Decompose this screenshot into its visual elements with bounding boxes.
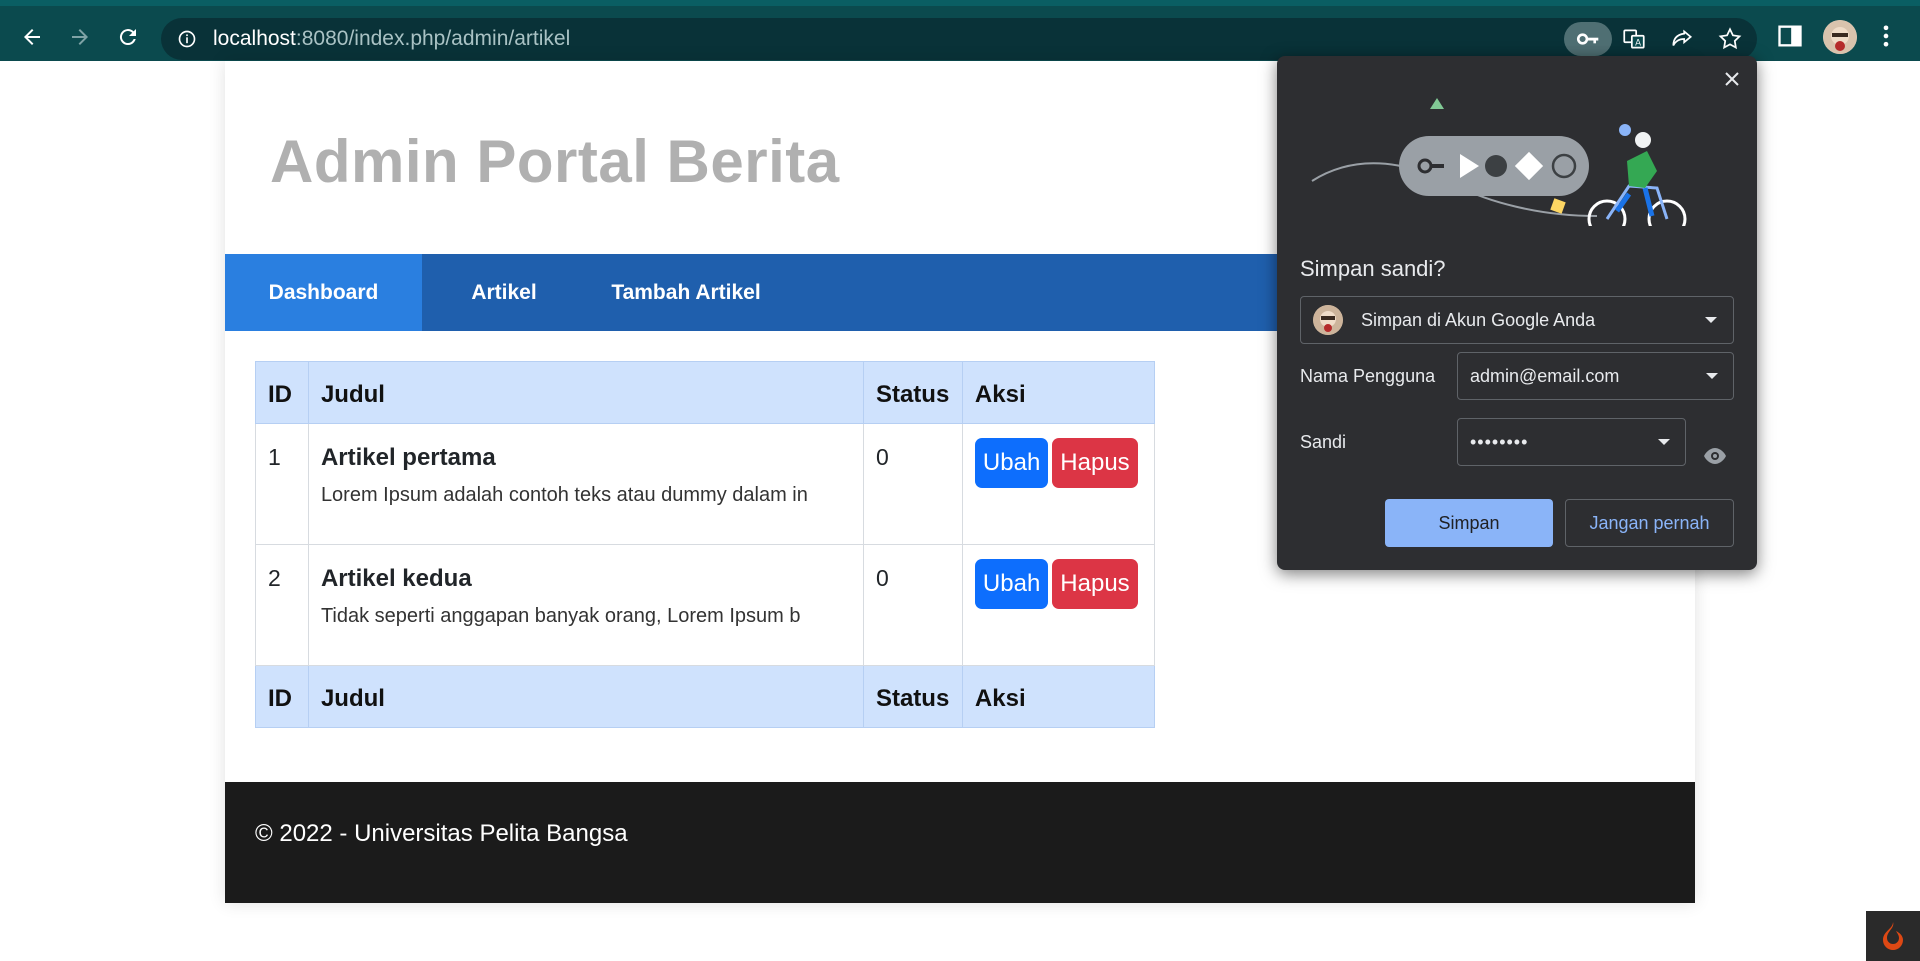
- eye-icon[interactable]: [1703, 444, 1727, 468]
- never-button[interactable]: Jangan pernah: [1565, 499, 1734, 547]
- nav-dashboard[interactable]: Dashboard: [225, 254, 422, 331]
- svg-text:A: A: [1635, 39, 1641, 49]
- table-row: 2 Artikel kedua Tidak seperti anggapan b…: [255, 544, 1156, 666]
- site-footer: © 2022 - Universitas Pelita Bangsa: [225, 782, 1695, 903]
- footer-status: Status: [862, 665, 963, 728]
- account-avatar: [1313, 305, 1343, 335]
- key-icon: [1576, 33, 1599, 45]
- arrow-left-icon: [24, 29, 40, 45]
- article-excerpt: Tidak seperti anggapan banyak orang, Lor…: [320, 605, 801, 627]
- forward-button[interactable]: [62, 19, 98, 55]
- delete-button[interactable]: Hapus: [1052, 438, 1138, 488]
- password-illustration: [1311, 98, 1687, 226]
- translate-icon[interactable]: A: [1621, 26, 1647, 52]
- row-id: 2: [255, 544, 309, 666]
- dialog-title: Simpan sandi?: [1300, 256, 1446, 281]
- row-judul: Artikel pertama Lorem Ipsum adalah conto…: [307, 423, 864, 545]
- password-value: ••••••••: [1470, 432, 1529, 452]
- nav-tambah-artikel[interactable]: Tambah Artikel: [586, 254, 786, 331]
- footer-copyright: © 2022 - Universitas Pelita Bangsa: [255, 820, 628, 847]
- article-title: Artikel kedua: [320, 565, 472, 592]
- header-aksi: Aksi: [961, 361, 1156, 424]
- header-status: Status: [862, 361, 963, 424]
- star-icon[interactable]: [1717, 26, 1743, 52]
- reload-button[interactable]: [110, 19, 146, 55]
- footer-judul: Judul: [307, 665, 864, 728]
- edit-button[interactable]: Ubah: [974, 559, 1049, 609]
- browser-toolbar: localhost:8080/index.php/admin/artikel A: [0, 0, 1920, 61]
- address-bar[interactable]: localhost:8080/index.php/admin/artikel A: [161, 18, 1757, 60]
- profile-avatar[interactable]: [1823, 20, 1857, 54]
- chevron-down-icon: [1706, 373, 1718, 379]
- chevron-down-icon: [1658, 439, 1670, 445]
- side-panel-icon[interactable]: [1776, 22, 1804, 50]
- row-judul: Artikel kedua Tidak seperti anggapan ban…: [307, 544, 864, 666]
- row-id: 1: [255, 423, 309, 545]
- header-id: ID: [255, 361, 309, 424]
- save-button[interactable]: Simpan: [1385, 499, 1553, 547]
- debug-toolbar-button[interactable]: [1866, 911, 1920, 961]
- header-judul: Judul: [307, 361, 864, 424]
- password-field[interactable]: ••••••••: [1457, 418, 1686, 466]
- arrow-right-icon: [72, 29, 88, 45]
- password-key-button[interactable]: [1564, 22, 1612, 56]
- edit-button[interactable]: Ubah: [974, 438, 1049, 488]
- row-actions: Ubah Hapus: [961, 544, 1156, 666]
- account-dropdown[interactable]: Simpan di Akun Google Anda: [1300, 296, 1734, 344]
- delete-button[interactable]: Hapus: [1052, 559, 1138, 609]
- reload-icon: [119, 29, 136, 46]
- article-title: Artikel pertama: [320, 444, 496, 471]
- flame-icon: [1883, 922, 1903, 950]
- username-field[interactable]: admin@email.com: [1457, 352, 1734, 400]
- info-icon[interactable]: [177, 29, 197, 49]
- row-actions: Ubah Hapus: [961, 423, 1156, 545]
- save-password-dialog: Simpan sandi? Simpan di Akun Google Anda…: [1277, 56, 1757, 570]
- table-footer-row: ID Judul Status Aksi: [255, 665, 1156, 728]
- footer-aksi: Aksi: [961, 665, 1156, 728]
- url-text[interactable]: localhost:8080/index.php/admin/artikel: [213, 27, 570, 51]
- username-value: admin@email.com: [1470, 366, 1620, 386]
- row-status: 0: [862, 423, 963, 545]
- page-title: Admin Portal Berita: [270, 128, 840, 195]
- share-icon[interactable]: [1669, 26, 1695, 52]
- table-row: 1 Artikel pertama Lorem Ipsum adalah con…: [255, 423, 1156, 545]
- nav-artikel[interactable]: Artikel: [422, 254, 586, 331]
- chevron-down-icon: [1705, 317, 1717, 323]
- menu-dots-icon[interactable]: [1872, 22, 1900, 50]
- table-header-row: ID Judul Status Aksi: [255, 361, 1156, 424]
- article-excerpt: Lorem Ipsum adalah contoh teks atau dumm…: [320, 484, 808, 506]
- row-status: 0: [862, 544, 963, 666]
- close-button[interactable]: [1719, 66, 1745, 92]
- account-label: Simpan di Akun Google Anda: [1361, 310, 1596, 330]
- footer-id: ID: [255, 665, 309, 728]
- close-icon: [1725, 72, 1739, 86]
- password-label: Sandi: [1300, 432, 1347, 452]
- back-button[interactable]: [14, 19, 50, 55]
- username-label: Nama Pengguna: [1300, 366, 1436, 386]
- articles-table: ID Judul Status Aksi 1 Artikel pertama L…: [255, 361, 1156, 728]
